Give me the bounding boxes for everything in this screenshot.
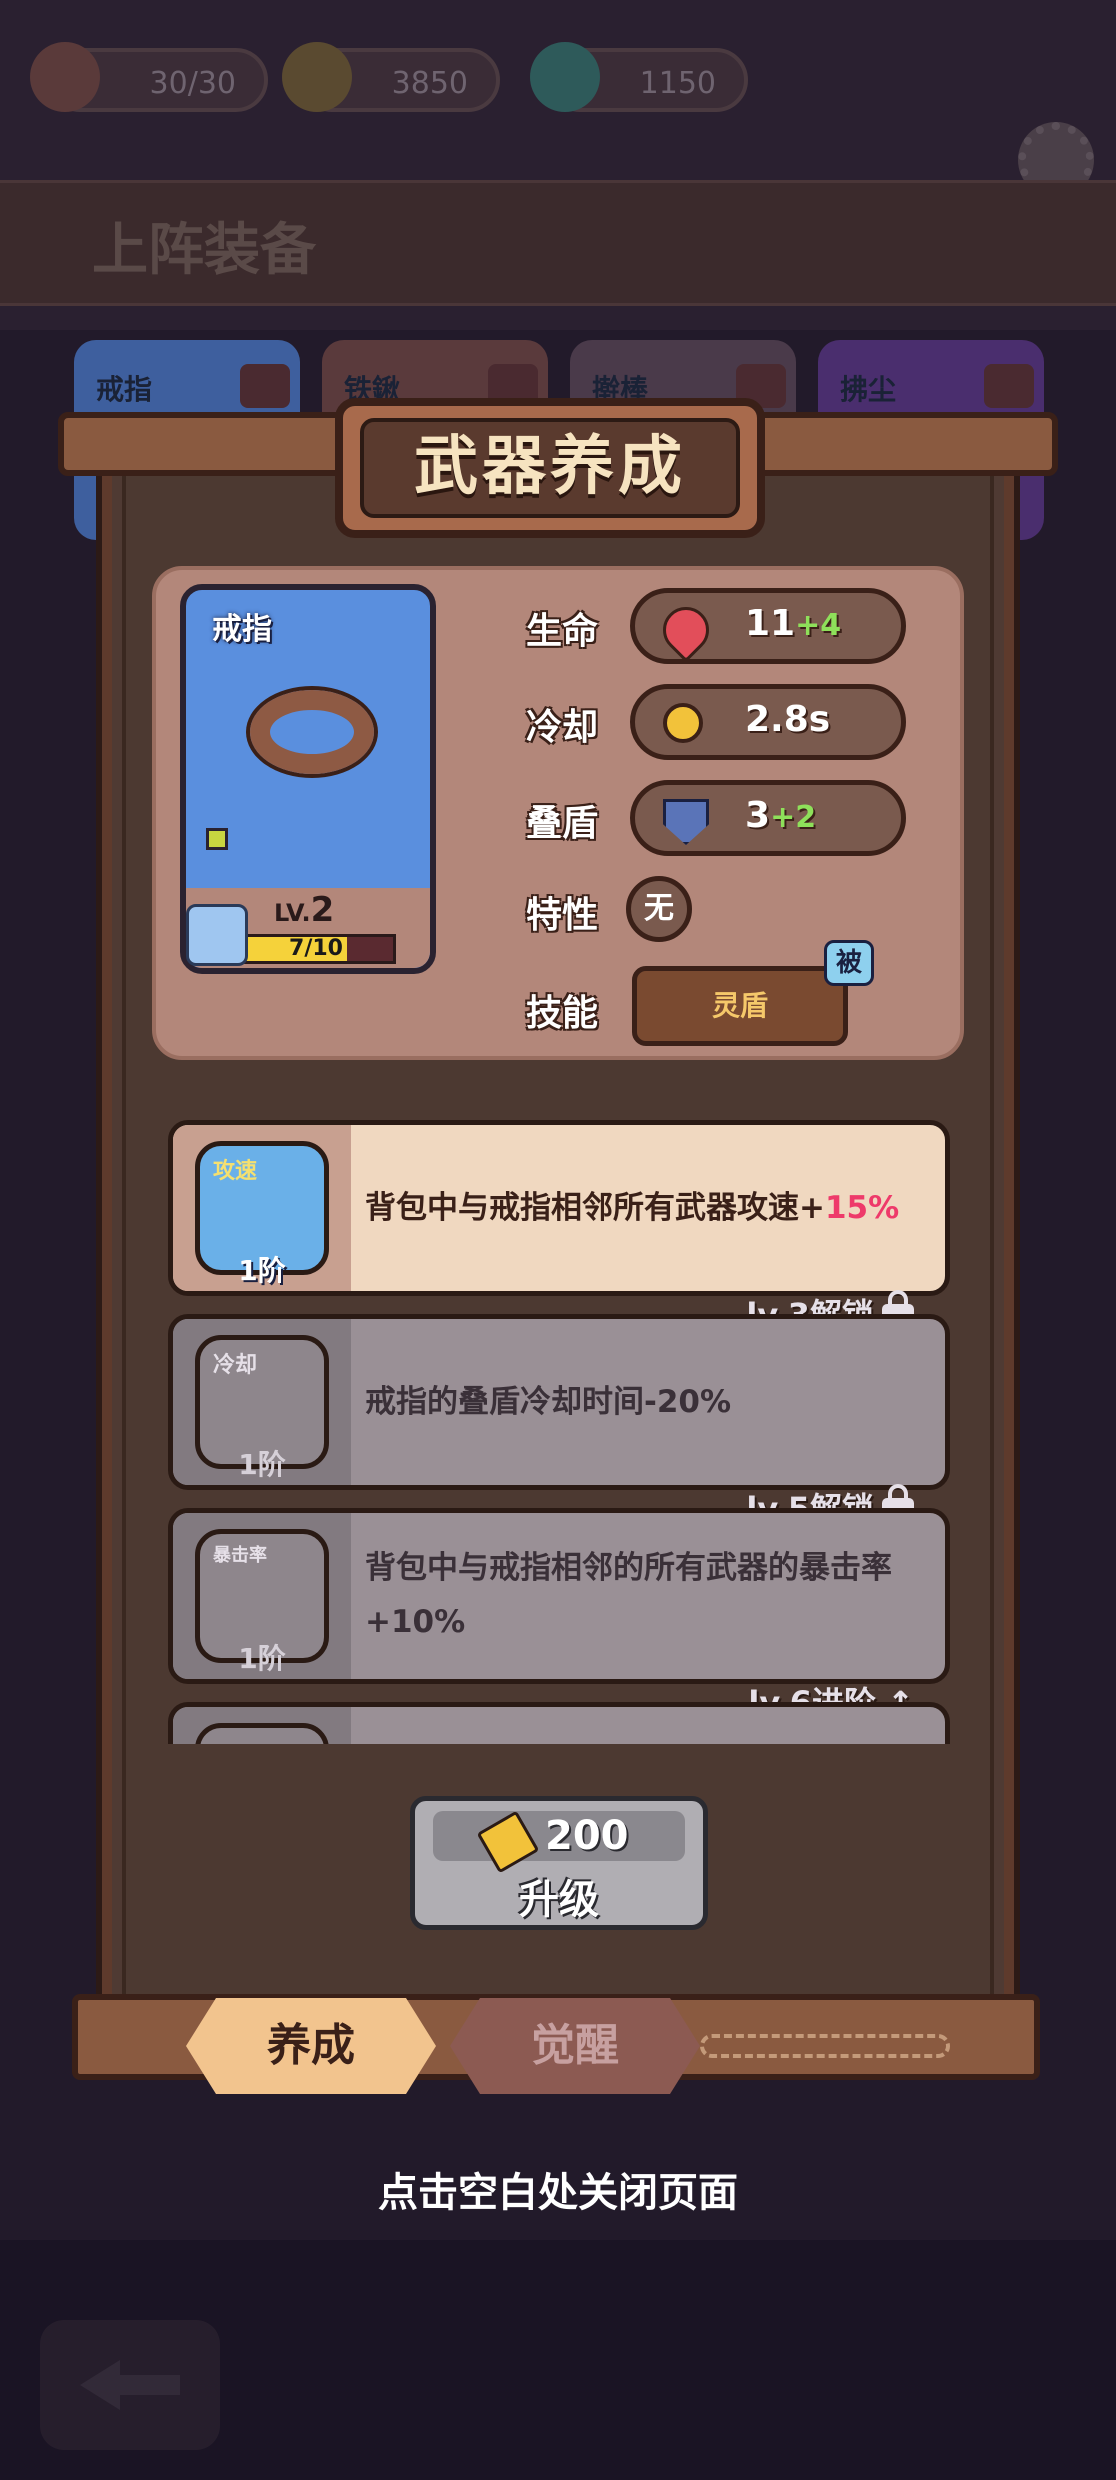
talent-icon-box: 攻速 1阶 xyxy=(173,1125,351,1291)
close-hint[interactable]: 点击空白处关闭页面 xyxy=(0,2160,1116,2218)
stat-value: 3 xyxy=(745,795,771,836)
passive-tag: 被 xyxy=(824,940,874,986)
talent-row-crit-rate[interactable]: 暴击率 1阶 背包中与戒指相邻的所有武器的暴击率+10% xyxy=(168,1508,950,1684)
jade-ring-icon xyxy=(530,42,600,112)
exp-bar: 7/10 xyxy=(236,934,396,964)
resource-jade-value: 1150 xyxy=(639,66,716,101)
talent-row-advance[interactable] xyxy=(168,1702,950,1744)
section-banner: 上阵装备 xyxy=(0,180,1116,306)
stat-shield: 3+2 xyxy=(630,780,906,856)
stopwatch-icon xyxy=(663,703,703,743)
tab-awaken[interactable]: 觉醒 xyxy=(450,1998,700,2094)
weapon-level: LV.2 xyxy=(274,890,334,930)
resource-coins-value: 3850 xyxy=(391,66,468,101)
skill-label: 技能 xyxy=(526,993,599,1034)
remove-icon[interactable] xyxy=(240,364,290,408)
stat-hp: 11+4 xyxy=(630,588,906,664)
upgrade-label: 升级 xyxy=(519,1877,599,1923)
exp-text: 7/10 xyxy=(289,936,343,961)
talent-tier: 1阶 xyxy=(238,1254,286,1287)
talent-desc-highlight: 15% xyxy=(824,1190,900,1226)
trait-label: 特性 xyxy=(526,895,599,936)
slot-label: 戒指 xyxy=(96,373,153,406)
stat-value: 11 xyxy=(745,603,796,644)
puzzle-piece-icon xyxy=(186,904,248,966)
talent-icon-label: 冷却 xyxy=(213,1353,258,1378)
slot-label: 拂尘 xyxy=(840,373,897,406)
talent-desc-text: 背包中与戒指相邻的所有武器的暴击率+10% xyxy=(365,1550,892,1640)
stat-bonus: +2 xyxy=(770,800,817,835)
ring-icon xyxy=(250,690,374,774)
talent-row-attack-speed[interactable]: 攻速 1阶 背包中与戒指相邻所有武器攻速+15% xyxy=(168,1120,950,1296)
back-arrow-button[interactable] xyxy=(40,2320,220,2450)
talent-icon-box: 冷却 1阶 xyxy=(173,1319,351,1485)
talent-icon-label: 攻速 xyxy=(213,1159,258,1184)
advance-icon xyxy=(195,1723,329,1744)
talent-desc: 戒指的叠盾冷却时间-20% xyxy=(365,1375,935,1429)
gem-slot-icon xyxy=(206,828,228,850)
upgrade-button[interactable]: 200 升级 xyxy=(410,1796,708,1930)
stat-bonus: +4 xyxy=(795,608,842,643)
stat-cooldown: 2.8s xyxy=(630,684,906,760)
weapon-name: 戒指 xyxy=(212,612,272,647)
stat-value: 2.8s xyxy=(745,699,831,740)
trait-value[interactable]: 无 xyxy=(626,876,692,942)
resource-stamina[interactable]: 30/30 xyxy=(30,42,268,112)
sword-coin-icon xyxy=(282,42,352,112)
talent-tier: 1阶 xyxy=(238,1642,286,1675)
talent-desc: 背包中与戒指相邻所有武器攻速+15% xyxy=(365,1181,935,1235)
heart-icon xyxy=(653,597,719,663)
resource-jade[interactable]: 1150 xyxy=(530,42,748,112)
talent-icon-box: 暴击率 1阶 xyxy=(173,1513,351,1679)
remove-icon[interactable] xyxy=(984,364,1034,408)
stat-label-cooldown: 冷却 xyxy=(526,707,599,748)
talent-row-cooldown[interactable]: 冷却 1阶 戒指的叠盾冷却时间-20% xyxy=(168,1314,950,1490)
resource-stamina-value: 30/30 xyxy=(149,66,236,101)
talent-icon-label: 暴击率 xyxy=(213,1545,267,1566)
panel-title: 武器养成 xyxy=(360,418,740,518)
talent-desc: 背包中与戒指相邻的所有武器的暴击率+10% xyxy=(365,1541,935,1649)
stat-shield-value: 3+2 xyxy=(745,795,816,836)
level-value: 2 xyxy=(310,890,335,930)
talent-desc-text: 戒指的叠盾冷却时间-20% xyxy=(365,1384,732,1420)
skill-button[interactable]: 灵盾 xyxy=(632,966,848,1046)
section-title: 上阵装备 xyxy=(92,218,316,283)
peach-icon xyxy=(30,42,100,112)
talent-icon-box xyxy=(173,1707,351,1744)
chain-decoration xyxy=(700,2034,950,2058)
upgrade-cost: 200 xyxy=(545,1813,629,1859)
resource-coins[interactable]: 3850 xyxy=(282,42,500,112)
talent-list[interactable]: 攻速 1阶 背包中与戒指相邻所有武器攻速+15% lv.3解锁 冷却 1阶 戒指… xyxy=(164,1112,954,1744)
talent-tier: 1阶 xyxy=(238,1448,286,1481)
level-label: LV. xyxy=(274,899,311,927)
tab-cultivate[interactable]: 养成 xyxy=(186,1998,436,2094)
stat-label-shield: 叠盾 xyxy=(526,803,599,844)
stat-cooldown-value: 2.8s xyxy=(745,699,830,740)
shield-plus-icon xyxy=(663,799,709,845)
talent-desc-text: 背包中与戒指相邻所有武器攻速+ xyxy=(365,1190,825,1226)
stat-label-hp: 生命 xyxy=(526,611,599,652)
stat-hp-value: 11+4 xyxy=(745,603,841,644)
